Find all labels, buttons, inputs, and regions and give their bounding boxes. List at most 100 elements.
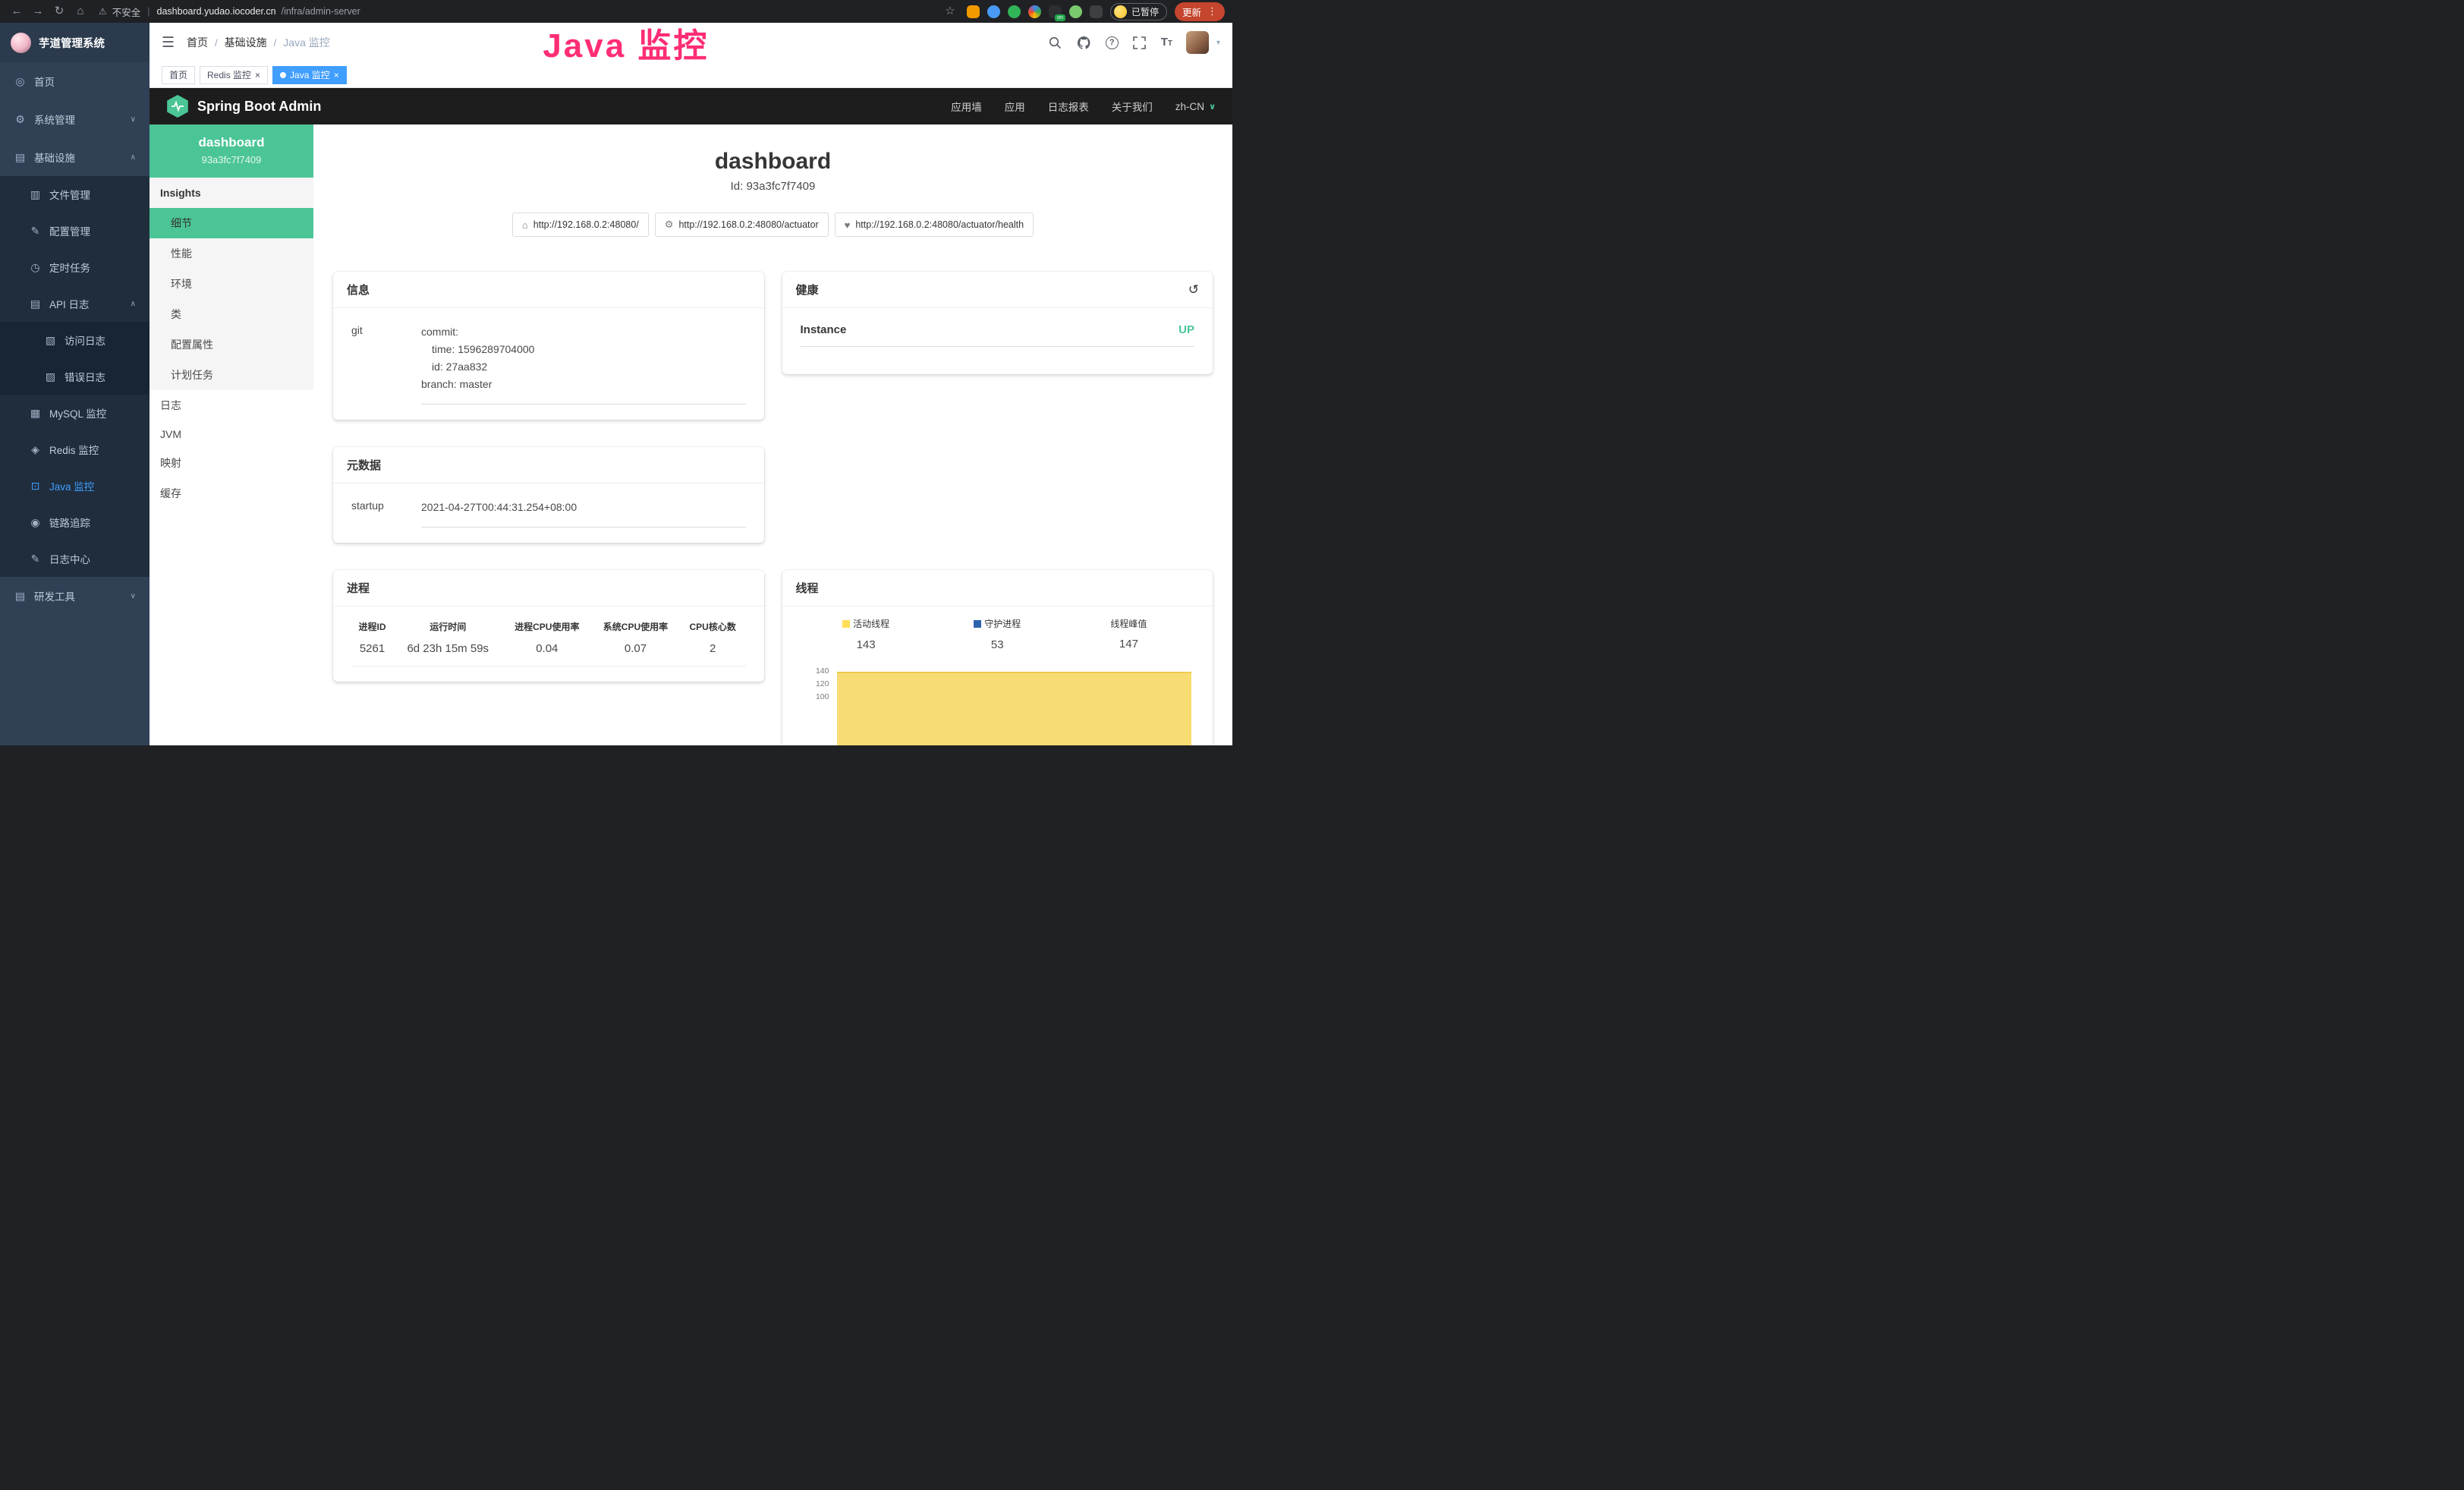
extension-icon[interactable]: [967, 5, 980, 18]
sba-language-value: zh-CN: [1175, 101, 1204, 112]
help-icon[interactable]: ?: [1106, 36, 1119, 49]
extension-icon[interactable]: [987, 5, 1000, 18]
sidebar-item-label: 错误日志: [65, 369, 105, 384]
sba-sidebar: dashboard 93a3fc7f7409 Insights 细节 性能 环境…: [149, 124, 313, 745]
history-icon[interactable]: ↺: [1188, 282, 1199, 298]
sba-instance-name: dashboard: [157, 135, 306, 150]
sidebar-item-devtools[interactable]: ▤ 研发工具 ∨: [0, 577, 149, 615]
paused-label: 已暂停: [1131, 5, 1159, 18]
live-threads-area: [837, 672, 1192, 746]
search-icon[interactable]: [1048, 35, 1063, 50]
sba-nav-about[interactable]: 关于我们: [1112, 99, 1153, 114]
hamburger-icon[interactable]: ☰: [162, 34, 175, 52]
extension-icon[interactable]: [1069, 5, 1082, 18]
caret-down-icon[interactable]: ▾: [1216, 39, 1220, 47]
sba-instance-block[interactable]: dashboard 93a3fc7f7409: [149, 124, 313, 178]
close-icon[interactable]: ×: [255, 71, 260, 80]
file-icon: ▥: [29, 188, 42, 201]
legend-label: 线程峰值: [1110, 617, 1147, 630]
sba-section-insights: Insights: [149, 178, 313, 208]
error-log-icon: ▨: [44, 370, 57, 383]
health-url-button[interactable]: ♥ http://192.168.0.2:48080/actuator/heal…: [835, 213, 1034, 237]
font-size-icon[interactable]: TT: [1161, 36, 1172, 49]
sidebar-item-tracing[interactable]: ◉ 链路追踪: [0, 504, 149, 540]
breadcrumb-separator: /: [215, 37, 218, 49]
git-commit-id: id: 27aa832: [432, 358, 746, 376]
sidebar-item-label: 首页: [34, 74, 55, 89]
process-col-process-cpu: 进程CPU使用率: [502, 616, 591, 641]
sba-item-details[interactable]: 细节: [149, 208, 313, 238]
sba-item-metrics[interactable]: 性能: [149, 238, 313, 269]
sba-nav-applications[interactable]: 应用: [1005, 99, 1025, 114]
extension-icon[interactable]: [1090, 5, 1103, 18]
user-avatar[interactable]: [1186, 31, 1209, 54]
service-url-button[interactable]: ⌂ http://192.168.0.2:48080/: [512, 213, 649, 237]
tag-redis-monitor[interactable]: Redis 监控 ×: [200, 66, 268, 84]
health-card-header: 健康 ↺: [782, 272, 1213, 308]
breadcrumb-home[interactable]: 首页: [187, 35, 208, 50]
sba-item-classes[interactable]: 类: [149, 299, 313, 329]
health-card: 健康 ↺ Instance UP: [782, 272, 1213, 374]
sba-item-jvm[interactable]: JVM: [149, 421, 313, 448]
sidebar-item-redis-monitor[interactable]: ◈ Redis 监控: [0, 431, 149, 468]
address-bar[interactable]: ⚠ 不安全 | dashboard.yudao.iocoder.cn/infra…: [99, 5, 360, 19]
sidebar-item-log-center[interactable]: ✎ 日志中心: [0, 540, 149, 577]
status-badge: UP: [1179, 323, 1194, 336]
sidebar-item-scheduled-jobs[interactable]: ◷ 定时任务: [0, 249, 149, 285]
process-col-system-cpu: 系统CPU使用率: [591, 616, 680, 641]
breadcrumb-infra[interactable]: 基础设施: [225, 35, 267, 50]
sidebar-item-home[interactable]: ◎ 首页: [0, 62, 149, 100]
sba-nav-wallboard[interactable]: 应用墙: [951, 99, 982, 114]
sidebar-item-error-logs[interactable]: ▨ 错误日志: [0, 358, 149, 395]
tag-label: Java 监控: [290, 68, 330, 81]
app-sidebar: 芋道管理系统 ◎ 首页 ⚙ 系统管理 ∨ ▤ 基础设施 ∧ ▥ 文件管理: [0, 23, 149, 745]
tag-home[interactable]: 首页: [162, 66, 195, 84]
actuator-url-button[interactable]: ⚙ http://192.168.0.2:48080/actuator: [655, 213, 829, 237]
sidebar-item-infra[interactable]: ▤ 基础设施 ∧: [0, 138, 149, 176]
sba-item-logs[interactable]: 日志: [149, 390, 313, 421]
chrome-update-button[interactable]: 更新 ⋮: [1175, 2, 1225, 21]
sidebar-item-java-monitor[interactable]: ⊡ Java 监控: [0, 468, 149, 504]
gear-icon: ⚙: [14, 113, 27, 126]
sidebar-item-label: 研发工具: [34, 588, 75, 603]
sidebar-item-access-logs[interactable]: ▧ 访问日志: [0, 322, 149, 358]
instance-label: Instance: [801, 323, 847, 336]
sba-brand-title: Spring Boot Admin: [197, 99, 321, 115]
sidebar-item-system[interactable]: ⚙ 系统管理 ∨: [0, 100, 149, 138]
sidebar-item-label: 链路追踪: [49, 515, 90, 530]
forward-icon[interactable]: →: [29, 0, 47, 23]
heart-icon: ♥: [845, 219, 851, 231]
sidebar-item-mysql-monitor[interactable]: ▦ MySQL 监控: [0, 395, 149, 431]
sba-language-select[interactable]: zh-CN ∨: [1175, 101, 1216, 112]
home-icon[interactable]: ⌂: [71, 0, 90, 23]
database-icon: ▦: [29, 407, 42, 420]
tag-java-monitor[interactable]: Java 监控 ×: [272, 66, 347, 84]
profile-paused-chip[interactable]: 已暂停: [1110, 3, 1167, 20]
close-icon[interactable]: ×: [334, 71, 339, 80]
sidebar-item-file-management[interactable]: ▥ 文件管理: [0, 176, 149, 213]
reload-icon[interactable]: ↻: [50, 0, 68, 23]
extension-icon[interactable]: [1008, 5, 1021, 18]
sidebar-item-config-management[interactable]: ✎ 配置管理: [0, 213, 149, 249]
sba-item-mappings[interactable]: 映射: [149, 448, 313, 478]
sba-item-config-props[interactable]: 配置属性: [149, 329, 313, 360]
sidebar-item-api-logs[interactable]: ▤ API 日志 ∧: [0, 285, 149, 322]
github-icon[interactable]: [1077, 35, 1092, 50]
sba-item-environment[interactable]: 环境: [149, 269, 313, 299]
fullscreen-icon[interactable]: [1132, 35, 1147, 50]
spring-boot-admin-logo-icon: [166, 95, 189, 118]
sba-item-caches[interactable]: 缓存: [149, 478, 313, 509]
kebab-menu-icon[interactable]: ⋮: [1207, 5, 1217, 17]
actuator-url: http://192.168.0.2:48080/actuator: [678, 219, 818, 230]
toolbox-icon: ▤: [14, 590, 27, 603]
tags-view-bar: 首页 Redis 监控 × Java 监控 ×: [149, 62, 1232, 88]
sba-item-scheduled-tasks[interactable]: 计划任务: [149, 360, 313, 390]
bookmark-star-icon[interactable]: ☆: [941, 0, 959, 23]
sidebar-item-label: API 日志: [49, 296, 90, 311]
extension-icon[interactable]: [1028, 5, 1041, 18]
back-icon[interactable]: ←: [8, 0, 26, 23]
tag-label: Redis 监控: [207, 68, 251, 81]
sba-nav-journal[interactable]: 日志报表: [1048, 99, 1089, 114]
extension-icon[interactable]: on: [1049, 5, 1062, 18]
process-card-header: 进程: [333, 570, 764, 606]
